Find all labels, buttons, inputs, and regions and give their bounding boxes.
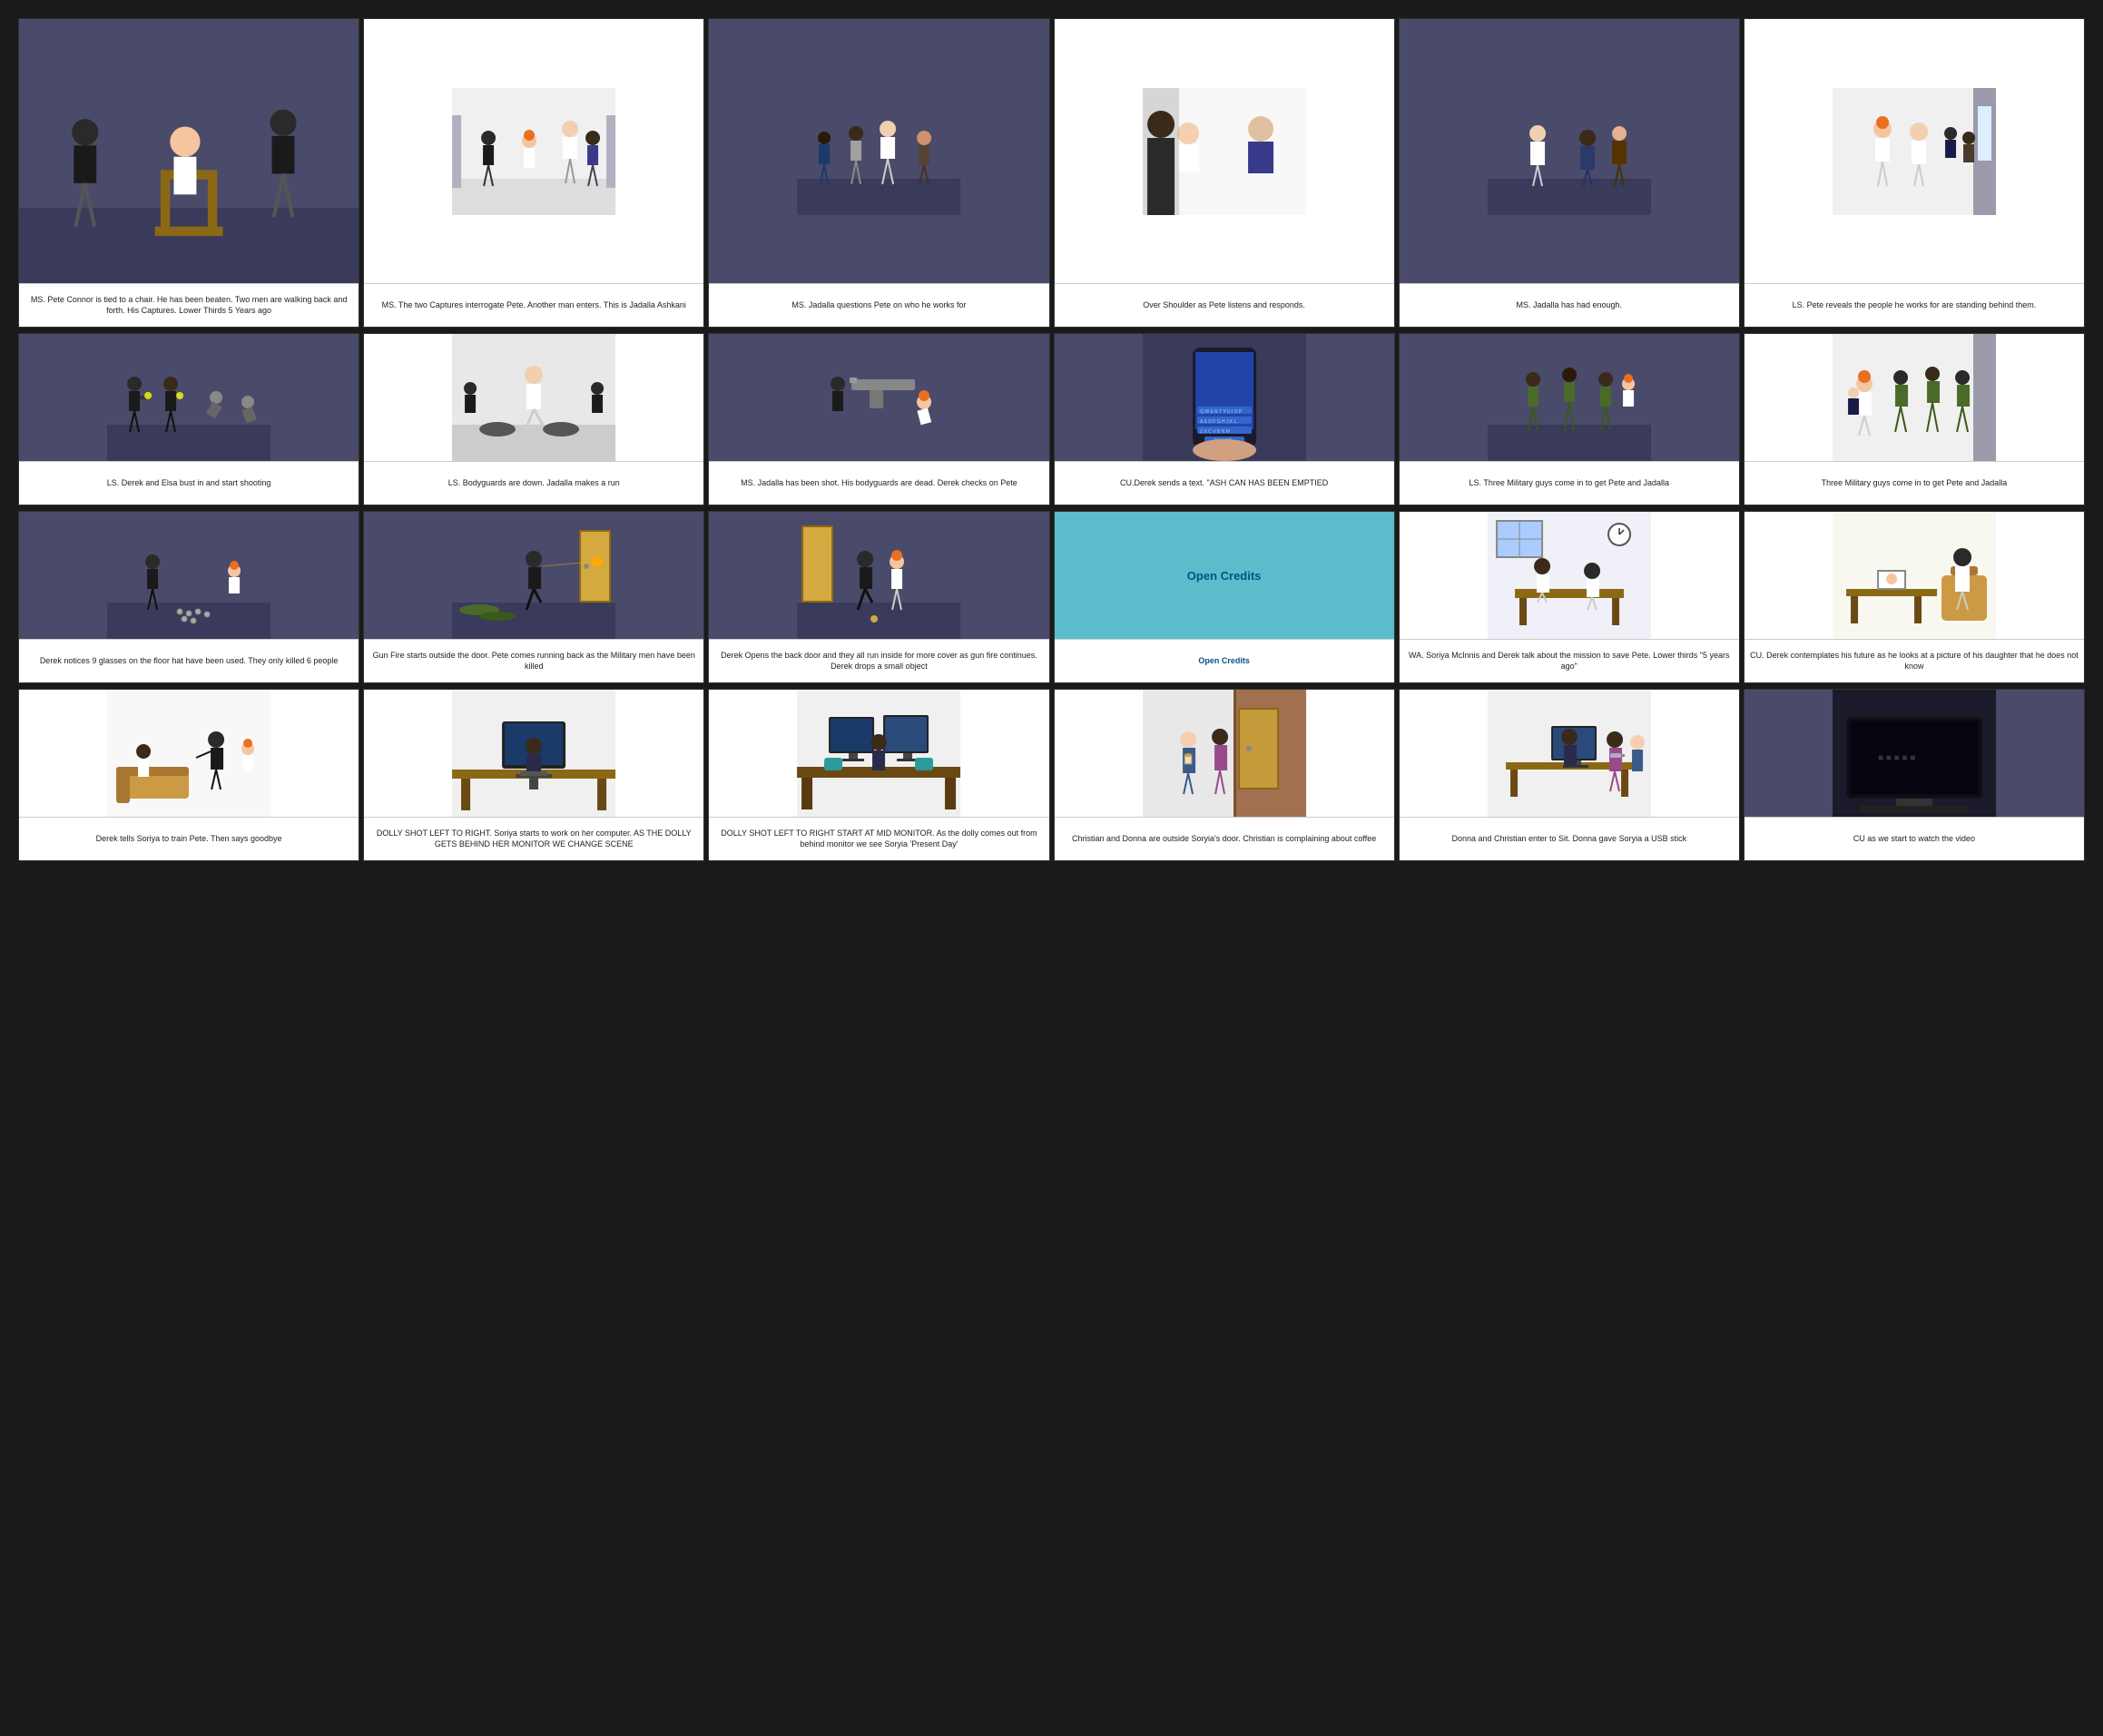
svg-text:A S D F G H J K L: A S D F G H J K L bbox=[1200, 419, 1237, 425]
caption-r3c1: Derek notices 9 glasses on the floor hat… bbox=[19, 639, 359, 682]
caption-r4c1: Derek tells Soriya to train Pete. Then s… bbox=[19, 817, 359, 860]
scene-r3c4: Open Credits bbox=[1055, 512, 1394, 639]
scene-r2c4: Q W E R T Y U I O P A S D F G H J K L Z … bbox=[1055, 334, 1394, 461]
scene-r2c2 bbox=[364, 334, 703, 461]
scene-r4c6: ■ ■ ■ ■ ■ bbox=[1744, 690, 2084, 817]
scene-r3c1 bbox=[19, 512, 359, 639]
scene-r2c1 bbox=[19, 334, 359, 461]
cell-r1c6: LS. Pete reveals the people he works for… bbox=[1744, 18, 2085, 328]
caption-r2c1: LS. Derek and Elsa bust in and start sho… bbox=[19, 461, 359, 505]
caption-r1c5: MS. Jadalla has had enough. bbox=[1400, 283, 1739, 327]
scene-r1c4 bbox=[1055, 19, 1394, 283]
scene-r1c5 bbox=[1400, 19, 1739, 283]
cell-r3c4: Open Credits Open Credits bbox=[1054, 511, 1395, 683]
caption-r1c6: LS. Pete reveals the people he works for… bbox=[1744, 283, 2084, 327]
cell-r2c2: LS. Bodyguards are down. Jadalla makes a… bbox=[363, 333, 704, 505]
cell-r3c6: CU. Derek contemplates his future as he … bbox=[1744, 511, 2085, 683]
cell-r1c3: MS. Jadalla questions Pete on who he wor… bbox=[708, 18, 1049, 328]
caption-r1c3: MS. Jadalla questions Pete on who he wor… bbox=[709, 283, 1048, 327]
cell-r2c4: Q W E R T Y U I O P A S D F G H J K L Z … bbox=[1054, 333, 1395, 505]
caption-r2c3: MS. Jadalla has been shot. His bodyguard… bbox=[709, 461, 1048, 505]
cell-r4c3: DOLLY SHOT LEFT TO RIGHT START AT MID MO… bbox=[708, 689, 1049, 861]
caption-r2c6: Three Military guys come in to get Pete … bbox=[1744, 461, 2084, 505]
cell-r3c3: Derek Opens the back door and they all r… bbox=[708, 511, 1049, 683]
cell-r4c1: Derek tells Soriya to train Pete. Then s… bbox=[18, 689, 359, 861]
caption-r2c2: LS. Bodyguards are down. Jadalla makes a… bbox=[364, 461, 703, 505]
cell-r2c3: MS. Jadalla has been shot. His bodyguard… bbox=[708, 333, 1049, 505]
caption-r3c2: Gun Fire starts outside the door. Pete c… bbox=[364, 639, 703, 682]
caption-r4c4: Christian and Donna are outside Soryia's… bbox=[1055, 817, 1394, 860]
row-1: MS. Pete Connor is tied to a chair. He h… bbox=[18, 18, 2085, 328]
caption-r2c5: LS. Three Military guys come in to get P… bbox=[1400, 461, 1739, 505]
scene-r2c3 bbox=[709, 334, 1048, 461]
caption-r3c3: Derek Opens the back door and they all r… bbox=[709, 639, 1048, 682]
caption-r4c2: DOLLY SHOT LEFT TO RIGHT. Soriya starts … bbox=[364, 817, 703, 860]
caption-r4c3: DOLLY SHOT LEFT TO RIGHT START AT MID MO… bbox=[709, 817, 1048, 860]
scene-r3c6 bbox=[1744, 512, 2084, 639]
row-2: LS. Derek and Elsa bust in and start sho… bbox=[18, 333, 2085, 505]
scene-r4c5 bbox=[1400, 690, 1739, 817]
caption-r3c6: CU. Derek contemplates his future as he … bbox=[1744, 639, 2084, 682]
scene-r1c1 bbox=[19, 19, 359, 283]
cell-r4c6: ■ ■ ■ ■ ■ CU as we start to watch the vi… bbox=[1744, 689, 2085, 861]
row-3: Derek notices 9 glasses on the floor hat… bbox=[18, 511, 2085, 683]
caption-r4c5: Donna and Christian enter to Sit. Donna … bbox=[1400, 817, 1739, 860]
caption-r1c2: MS. The two Captures interrogate Pete. A… bbox=[364, 283, 703, 327]
caption-r1c4: Over Shoulder as Pete listens and respon… bbox=[1055, 283, 1394, 327]
scene-r4c1 bbox=[19, 690, 359, 817]
scene-r3c2 bbox=[364, 512, 703, 639]
scene-r3c5 bbox=[1400, 512, 1739, 639]
cell-r2c6: Three Military guys come in to get Pete … bbox=[1744, 333, 2085, 505]
cell-r2c5: LS. Three Military guys come in to get P… bbox=[1399, 333, 1740, 505]
storyboard: MS. Pete Connor is tied to a chair. He h… bbox=[9, 9, 2094, 876]
scene-r2c5 bbox=[1400, 334, 1739, 461]
cell-r1c1: MS. Pete Connor is tied to a chair. He h… bbox=[18, 18, 359, 328]
svg-text:Q W E R T Y U I O P: Q W E R T Y U I O P bbox=[1200, 409, 1243, 415]
caption-r2c4: CU.Derek sends a text. "ASH CAN HAS BEEN… bbox=[1055, 461, 1394, 505]
cell-r1c4: Over Shoulder as Pete listens and respon… bbox=[1054, 18, 1395, 328]
scene-r4c4 bbox=[1055, 690, 1394, 817]
scene-r2c6 bbox=[1744, 334, 2084, 461]
cell-r3c2: Gun Fire starts outside the door. Pete c… bbox=[363, 511, 704, 683]
cell-r2c1: LS. Derek and Elsa bust in and start sho… bbox=[18, 333, 359, 505]
caption-r4c6: CU as we start to watch the video bbox=[1744, 817, 2084, 860]
caption-r1c1: MS. Pete Connor is tied to a chair. He h… bbox=[19, 283, 359, 327]
scene-r1c3 bbox=[709, 19, 1048, 283]
cell-r1c2: MS. The two Captures interrogate Pete. A… bbox=[363, 18, 704, 328]
scene-r1c6 bbox=[1744, 19, 2084, 283]
caption-r3c5: WA. Soriya McInnis and Derek talk about … bbox=[1400, 639, 1739, 682]
cell-r3c1: Derek notices 9 glasses on the floor hat… bbox=[18, 511, 359, 683]
scene-r3c3 bbox=[709, 512, 1048, 639]
cell-r1c5: MS. Jadalla has had enough. bbox=[1399, 18, 1740, 328]
svg-text:■ ■ ■ ■ ■: ■ ■ ■ ■ ■ bbox=[1878, 753, 1915, 763]
scene-r4c2 bbox=[364, 690, 703, 817]
svg-text:Z X C V B N M: Z X C V B N M bbox=[1200, 429, 1230, 435]
cell-r4c2: DOLLY SHOT LEFT TO RIGHT. Soriya starts … bbox=[363, 689, 704, 861]
cell-r4c4: Christian and Donna are outside Soryia's… bbox=[1054, 689, 1395, 861]
cell-r4c5: Donna and Christian enter to Sit. Donna … bbox=[1399, 689, 1740, 861]
open-credits-label: Open Credits bbox=[1187, 569, 1262, 583]
row-4: Derek tells Soriya to train Pete. Then s… bbox=[18, 689, 2085, 861]
scene-r4c3 bbox=[709, 690, 1048, 817]
scene-r1c2 bbox=[364, 19, 703, 283]
caption-r3c4: Open Credits bbox=[1055, 639, 1394, 682]
cell-r3c5: WA. Soriya McInnis and Derek talk about … bbox=[1399, 511, 1740, 683]
